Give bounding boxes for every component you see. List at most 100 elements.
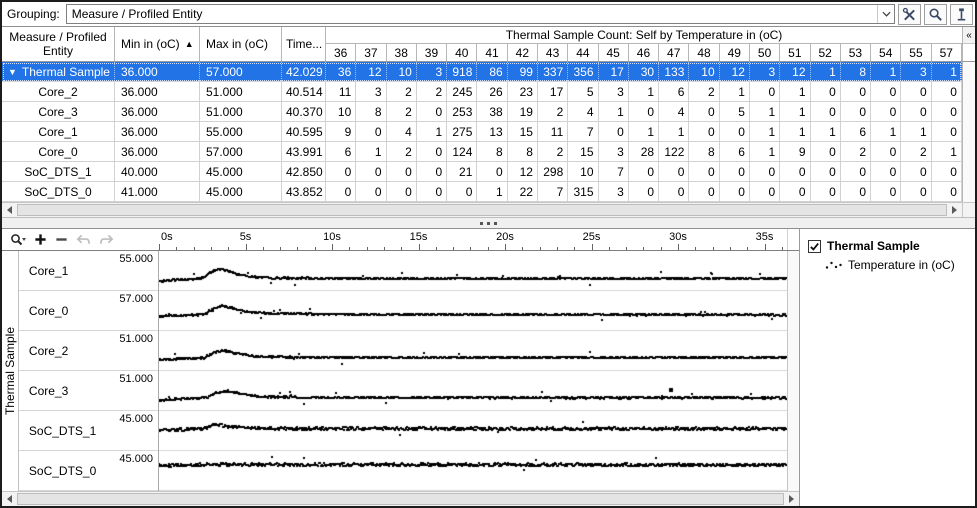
bin-column-header-50[interactable]: 50 xyxy=(750,44,780,61)
tools-button[interactable] xyxy=(898,4,921,25)
count-cell[interactable]: 1 xyxy=(871,62,901,81)
count-cell[interactable]: 1 xyxy=(417,122,447,141)
count-cell[interactable]: 99 xyxy=(508,62,538,81)
count-cell[interactable]: 0 xyxy=(841,102,871,121)
count-cell[interactable]: 4 xyxy=(387,122,417,141)
max-cell[interactable]: 57.000 xyxy=(200,62,282,81)
count-cell[interactable]: 10 xyxy=(568,162,598,181)
bin-column-header-57[interactable]: 57 xyxy=(932,44,962,61)
count-cell[interactable]: 245 xyxy=(447,82,477,101)
min-cell[interactable]: 36.000 xyxy=(115,62,200,81)
entity-cell[interactable]: Core_0 xyxy=(2,142,115,161)
chart-row-core-1[interactable]: Core_155.000 xyxy=(19,251,158,291)
bin-column-header-52[interactable]: 52 xyxy=(811,44,841,61)
count-cell[interactable]: 3 xyxy=(356,82,386,101)
count-cell[interactable]: 2 xyxy=(387,82,417,101)
count-cell[interactable]: 9 xyxy=(780,142,810,161)
time-cell[interactable]: 40.370 xyxy=(282,102,326,121)
count-cell[interactable]: 2 xyxy=(901,142,931,161)
grouping-combobox[interactable]: Measure / Profiled Entity xyxy=(66,4,895,24)
count-cell[interactable]: 6 xyxy=(326,142,356,161)
expander-icon[interactable]: ▼ xyxy=(8,67,17,77)
count-cell[interactable]: 1 xyxy=(780,102,810,121)
min-cell[interactable]: 36.000 xyxy=(115,122,200,141)
collapse-columns-button[interactable]: « xyxy=(963,27,975,44)
count-cell[interactable]: 0 xyxy=(871,142,901,161)
count-cell[interactable]: 15 xyxy=(508,122,538,141)
count-cell[interactable]: 15 xyxy=(568,142,598,161)
count-cell[interactable]: 0 xyxy=(811,182,841,201)
count-cell[interactable]: 1 xyxy=(750,142,780,161)
count-cell[interactable]: 0 xyxy=(811,162,841,181)
count-cell[interactable]: 28 xyxy=(629,142,659,161)
count-cell[interactable]: 3 xyxy=(901,62,931,81)
count-cell[interactable]: 7 xyxy=(568,122,598,141)
bin-column-header-44[interactable]: 44 xyxy=(568,44,598,61)
count-cell[interactable]: 0 xyxy=(629,102,659,121)
count-cell[interactable]: 4 xyxy=(568,102,598,121)
count-cell[interactable]: 22 xyxy=(508,182,538,201)
column-header-min[interactable]: Min in (oC) ▲ xyxy=(115,27,200,61)
entity-cell[interactable]: Core_3 xyxy=(2,102,115,121)
count-cell[interactable]: 315 xyxy=(568,182,598,201)
count-cell[interactable]: 0 xyxy=(811,142,841,161)
count-cell[interactable]: 0 xyxy=(356,122,386,141)
count-cell[interactable]: 1 xyxy=(750,122,780,141)
min-cell[interactable]: 36.000 xyxy=(115,142,200,161)
count-cell[interactable]: 1 xyxy=(780,82,810,101)
count-cell[interactable]: 0 xyxy=(901,182,931,201)
count-cell[interactable]: 1 xyxy=(932,62,962,81)
scroll-left-button[interactable] xyxy=(2,203,17,217)
count-cell[interactable]: 1 xyxy=(356,142,386,161)
bin-column-header-43[interactable]: 43 xyxy=(538,44,568,61)
chart-scroll-right-button[interactable] xyxy=(784,492,799,506)
time-cell[interactable]: 43.991 xyxy=(282,142,326,161)
count-cell[interactable]: 0 xyxy=(599,122,629,141)
bin-column-header-53[interactable]: 53 xyxy=(841,44,871,61)
time-cell[interactable]: 42.029 xyxy=(282,62,326,81)
count-cell[interactable]: 3 xyxy=(599,142,629,161)
zoom-out-button[interactable] xyxy=(55,233,68,246)
count-cell[interactable]: 6 xyxy=(841,122,871,141)
count-cell[interactable]: 2 xyxy=(689,82,719,101)
count-cell[interactable]: 2 xyxy=(417,82,447,101)
count-cell[interactable]: 8 xyxy=(689,142,719,161)
max-cell[interactable]: 51.000 xyxy=(200,102,282,121)
count-cell[interactable]: 0 xyxy=(780,182,810,201)
count-cell[interactable]: 0 xyxy=(871,102,901,121)
table-horizontal-scrollbar[interactable] xyxy=(2,202,975,217)
table-row-core-0[interactable]: Core_036.00057.00043.9916120124882153281… xyxy=(2,142,962,162)
column-header-entity[interactable]: Measure / Profiled Entity xyxy=(2,27,115,61)
count-cell[interactable]: 122 xyxy=(659,142,689,161)
count-cell[interactable]: 0 xyxy=(629,182,659,201)
bin-column-header-36[interactable]: 36 xyxy=(326,44,356,61)
count-cell[interactable]: 0 xyxy=(659,162,689,181)
count-cell[interactable]: 0 xyxy=(932,162,962,181)
time-cell[interactable]: 42.850 xyxy=(282,162,326,181)
count-cell[interactable]: 0 xyxy=(326,182,356,201)
count-cell[interactable]: 2 xyxy=(841,142,871,161)
count-cell[interactable]: 9 xyxy=(326,122,356,141)
chart-scroll-left-button[interactable] xyxy=(2,492,17,506)
count-cell[interactable]: 2 xyxy=(538,142,568,161)
table-row-core-3[interactable]: Core_336.00051.00040.3701082025338192410… xyxy=(2,102,962,122)
count-cell[interactable]: 0 xyxy=(901,102,931,121)
count-cell[interactable]: 1 xyxy=(811,122,841,141)
legend-group-row[interactable]: Thermal Sample xyxy=(808,239,975,253)
count-cell[interactable]: 2 xyxy=(387,142,417,161)
bin-column-header-38[interactable]: 38 xyxy=(387,44,417,61)
table-vertical-scrollbar[interactable] xyxy=(962,62,975,202)
bin-column-header-39[interactable]: 39 xyxy=(417,44,447,61)
count-cell[interactable]: 86 xyxy=(477,62,507,81)
count-cell[interactable]: 0 xyxy=(871,182,901,201)
count-cell[interactable]: 0 xyxy=(720,182,750,201)
legend-series-row[interactable]: Temperature in (oC) xyxy=(825,258,975,272)
time-cell[interactable]: 40.514 xyxy=(282,82,326,101)
count-cell[interactable]: 7 xyxy=(599,162,629,181)
table-row-soc-dts-0[interactable]: SoC_DTS_041.00045.00043.8520000012273153… xyxy=(2,182,962,202)
chart-vertical-scrollbar[interactable] xyxy=(787,251,799,491)
search-button[interactable] xyxy=(924,4,947,25)
chart-row-core-0[interactable]: Core_057.000 xyxy=(19,291,158,331)
count-cell[interactable]: 0 xyxy=(417,162,447,181)
entity-cell[interactable]: Core_2 xyxy=(2,82,115,101)
